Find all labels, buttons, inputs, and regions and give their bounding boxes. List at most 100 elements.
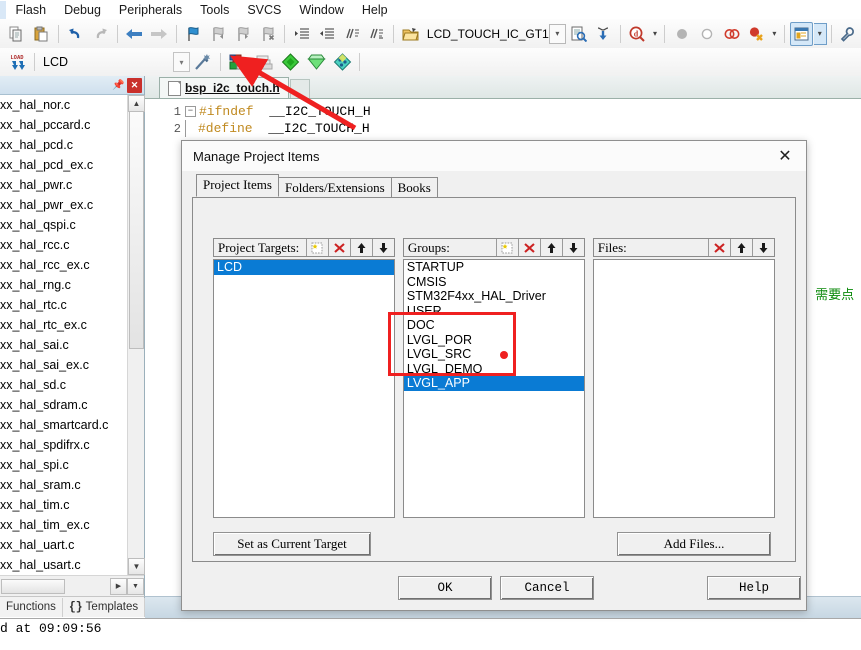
- list-item[interactable]: xx_hal_smartcard.c: [0, 415, 144, 435]
- move-down-icon[interactable]: [562, 239, 584, 256]
- tab-books[interactable]: Books: [390, 177, 438, 197]
- chevron-down-icon[interactable]: ▾: [548, 23, 566, 44]
- breakpoint-clear-all-icon[interactable]: [745, 22, 768, 46]
- menu-item-svcs[interactable]: SVCS: [238, 1, 290, 19]
- menu-item-debug[interactable]: Debug: [55, 1, 110, 19]
- list-item[interactable]: LVGL_DEMO: [404, 362, 584, 377]
- breakpoint-set-icon[interactable]: [670, 22, 693, 46]
- ok-button[interactable]: OK: [398, 576, 492, 600]
- list-item[interactable]: xx_hal_spdifrx.c: [0, 435, 144, 455]
- scroll-dropdown-icon[interactable]: ▼: [127, 577, 144, 595]
- project-pane-vscrollbar[interactable]: ▲ ▼: [127, 95, 145, 575]
- project-window-dropdown[interactable]: ▾: [813, 22, 827, 45]
- list-item[interactable]: LCD: [214, 260, 395, 275]
- breakpoint-toggle-icon[interactable]: [695, 22, 718, 46]
- find-next-icon[interactable]: [592, 22, 615, 46]
- move-down-icon[interactable]: [752, 239, 774, 256]
- copy-icon[interactable]: [5, 22, 28, 46]
- move-up-icon[interactable]: [350, 239, 372, 256]
- files-list[interactable]: [592, 259, 776, 518]
- menu-item-window[interactable]: Window: [290, 1, 352, 19]
- help-button[interactable]: Help: [707, 576, 801, 600]
- build-output-pane[interactable]: d at 09:09:56: [0, 618, 861, 650]
- find-in-files-icon[interactable]: [567, 22, 590, 46]
- list-item[interactable]: xx_hal_pwr_ex.c: [0, 195, 144, 215]
- undo-icon[interactable]: [64, 22, 87, 46]
- project-window-icon[interactable]: [789, 21, 813, 46]
- list-item[interactable]: STARTUP: [404, 260, 584, 275]
- download-icon[interactable]: LOAD: [5, 50, 29, 74]
- breakpoint-dropdown[interactable]: ▾: [769, 24, 779, 44]
- menu-item-flash[interactable]: Flash: [6, 1, 55, 19]
- indent-icon[interactable]: [290, 22, 313, 46]
- open-file-icon[interactable]: [399, 22, 422, 46]
- project-targets-list[interactable]: LCD: [213, 259, 396, 518]
- list-item[interactable]: xx_hal_sai_ex.c: [0, 355, 144, 375]
- delete-icon[interactable]: [708, 239, 730, 256]
- debug-query-dropdown[interactable]: ▾: [650, 24, 660, 44]
- forward-icon[interactable]: [148, 22, 171, 46]
- translate-icon[interactable]: [304, 50, 328, 74]
- fold-toggle-icon[interactable]: −: [185, 106, 196, 117]
- list-item[interactable]: xx_hal_uart.c: [0, 535, 144, 555]
- bookmark-prev-icon[interactable]: [206, 22, 229, 46]
- list-item[interactable]: STM32F4xx_HAL_Driver: [404, 289, 584, 304]
- menu-item-tools[interactable]: Tools: [191, 1, 238, 19]
- vscroll-thumb[interactable]: [129, 111, 144, 349]
- tab-functions[interactable]: Functions: [0, 597, 63, 617]
- list-item[interactable]: LVGL_SRC: [404, 347, 584, 362]
- tab-project-items[interactable]: Project Items: [196, 174, 279, 197]
- debug-query-icon[interactable]: d: [626, 22, 649, 46]
- manage-project-items-icon[interactable]: [226, 50, 250, 74]
- wizard-icon[interactable]: [191, 50, 215, 74]
- groups-list[interactable]: STARTUP CMSIS STM32F4xx_HAL_Driver USER DOC L…: [402, 259, 586, 518]
- project-file-list[interactable]: xx_hal_nor.c xx_hal_pccard.c xx_hal_pcd.c x…: [0, 95, 144, 575]
- list-item[interactable]: xx_hal_qspi.c: [0, 215, 144, 235]
- list-item[interactable]: xx_hal_usart.c: [0, 555, 144, 575]
- scroll-up-icon[interactable]: ▲: [128, 95, 145, 112]
- move-down-icon[interactable]: [372, 239, 394, 256]
- set-as-current-target-button[interactable]: Set as Current Target: [213, 532, 371, 556]
- close-icon[interactable]: ✕: [764, 141, 806, 171]
- back-icon[interactable]: [123, 22, 146, 46]
- chevron-down-icon[interactable]: ▾: [173, 52, 190, 72]
- new-item-icon[interactable]: [306, 239, 328, 256]
- add-files-button[interactable]: Add Files...: [617, 532, 771, 556]
- rebuild-icon[interactable]: [330, 50, 354, 74]
- delete-icon[interactable]: [328, 239, 350, 256]
- list-item[interactable]: xx_hal_tim_ex.c: [0, 515, 144, 535]
- list-item[interactable]: LVGL_POR: [404, 333, 584, 348]
- list-item[interactable]: xx_hal_rcc_ex.c: [0, 255, 144, 275]
- list-item[interactable]: xx_hal_sram.c: [0, 475, 144, 495]
- comment-icon[interactable]: [340, 22, 363, 46]
- tab-folders-extensions[interactable]: Folders/Extensions: [277, 177, 392, 197]
- scroll-down-icon[interactable]: ▼: [128, 558, 145, 575]
- delete-icon[interactable]: [518, 239, 540, 256]
- new-item-icon[interactable]: [496, 239, 518, 256]
- outdent-icon[interactable]: [315, 22, 338, 46]
- editor-tab-bsp-i2c-touch[interactable]: bsp_i2c_touch.h: [159, 77, 289, 98]
- list-item[interactable]: LVGL_APP: [403, 376, 585, 391]
- pin-icon[interactable]: 📌: [111, 78, 126, 93]
- menu-item-peripherals[interactable]: Peripherals: [110, 1, 191, 19]
- list-item[interactable]: xx_hal_pcd_ex.c: [0, 155, 144, 175]
- breakpoint-disable-icon[interactable]: [720, 22, 743, 46]
- build-target-icon[interactable]: [278, 50, 302, 74]
- list-item[interactable]: xx_hal_rtc_ex.c: [0, 315, 144, 335]
- paste-icon[interactable]: [30, 22, 53, 46]
- close-icon[interactable]: ✕: [127, 77, 142, 93]
- configure-icon[interactable]: [837, 22, 860, 46]
- list-item[interactable]: xx_hal_rtc.c: [0, 295, 144, 315]
- code-view[interactable]: 1 − #ifndef __I2C_TOUCH_H 2 #define __I2…: [145, 99, 861, 137]
- list-item[interactable]: xx_hal_pwr.c: [0, 175, 144, 195]
- menu-item-help[interactable]: Help: [353, 1, 397, 19]
- move-up-icon[interactable]: [540, 239, 562, 256]
- target-selector-combo[interactable]: LCD ▾: [43, 52, 190, 72]
- editor-tab-overflow[interactable]: [289, 79, 310, 98]
- list-item[interactable]: xx_hal_sd.c: [0, 375, 144, 395]
- file-selector-combo[interactable]: LCD_TOUCH_IC_GT1151Q ▾: [427, 23, 566, 44]
- list-item[interactable]: xx_hal_pcd.c: [0, 135, 144, 155]
- batch-build-icon[interactable]: [252, 50, 276, 74]
- list-item[interactable]: xx_hal_nor.c: [0, 95, 144, 115]
- move-up-icon[interactable]: [730, 239, 752, 256]
